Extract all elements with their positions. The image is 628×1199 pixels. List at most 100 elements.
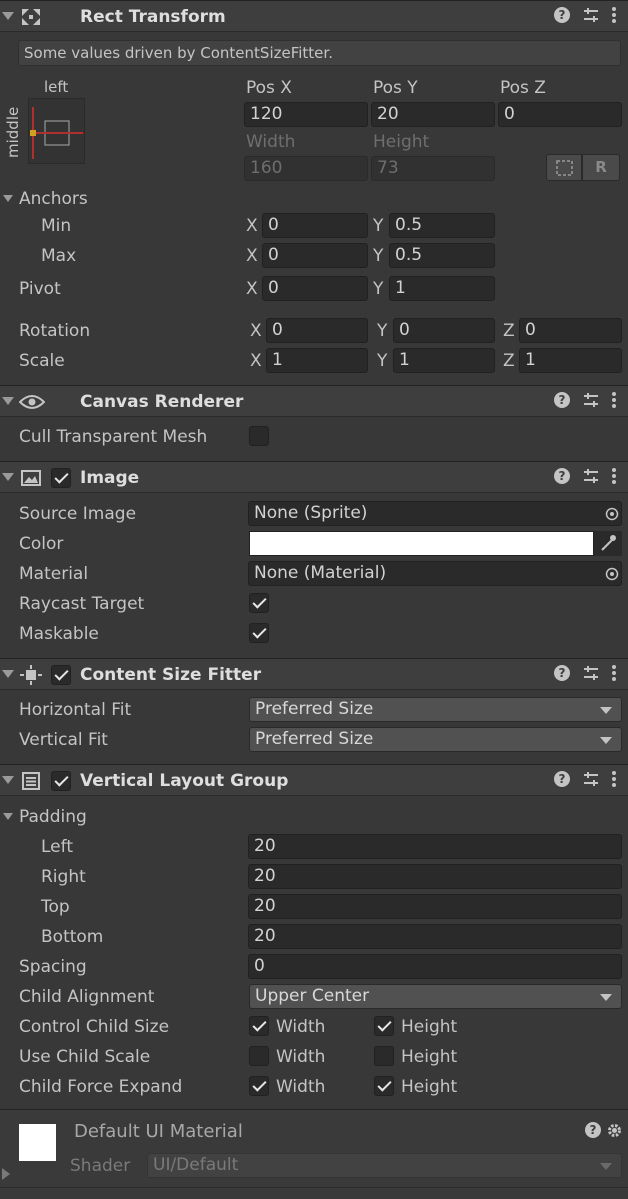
use-scale-height-checkbox[interactable]	[374, 1046, 394, 1066]
foldout-arrow-icon[interactable]	[2, 12, 14, 20]
child-alignment-dropdown[interactable]: Upper Center	[249, 984, 622, 1009]
force-width-checkbox[interactable]	[249, 1076, 269, 1096]
raw-edit-button[interactable]: R	[582, 154, 620, 181]
padding-right-label: Right	[41, 867, 86, 887]
max-x-field[interactable]: 0	[262, 243, 368, 268]
scale-x-axis: X	[250, 351, 262, 371]
maskable-checkbox[interactable]	[249, 623, 269, 643]
vertical-layout-group-header[interactable]: Vertical Layout Group ?	[0, 764, 628, 796]
more-icon[interactable]	[612, 468, 616, 484]
help-icon[interactable]: ?	[554, 392, 570, 408]
gear-icon[interactable]	[606, 1122, 623, 1139]
min-x-field[interactable]: 0	[262, 213, 368, 238]
eyedropper-icon	[601, 535, 616, 551]
padding-right-field[interactable]: 20	[248, 864, 622, 889]
anchors-foldout-icon[interactable]	[3, 195, 13, 202]
cull-transparent-mesh-checkbox[interactable]	[249, 426, 269, 446]
vertical-fit-value: Preferred Size	[255, 729, 374, 749]
pos-y-label: Pos Y	[373, 78, 418, 98]
presets-icon[interactable]	[583, 7, 599, 23]
pos-y-field[interactable]: 20	[371, 102, 495, 127]
foldout-arrow-icon[interactable]	[2, 670, 14, 678]
object-picker-icon[interactable]	[605, 567, 619, 581]
foldout-arrow-icon[interactable]	[2, 473, 14, 481]
control-width-checkbox[interactable]	[249, 1016, 269, 1036]
use-scale-width-checkbox[interactable]	[249, 1046, 269, 1066]
more-icon[interactable]	[612, 771, 616, 787]
scale-y-field[interactable]: 1	[393, 348, 495, 373]
spacing-label: Spacing	[19, 957, 87, 977]
pivot-x-field[interactable]: 0	[262, 276, 368, 301]
anchor-preset-button[interactable]	[28, 98, 85, 164]
foldout-arrow-icon[interactable]	[2, 776, 14, 784]
pivot-y-field[interactable]: 1	[389, 276, 495, 301]
image-header[interactable]: Image ?	[0, 461, 628, 493]
shader-label: Shader	[70, 1156, 131, 1176]
canvas-renderer-header[interactable]: Canvas Renderer ?	[0, 385, 628, 417]
rotation-y-field[interactable]: 0	[393, 318, 495, 343]
horizontal-fit-dropdown[interactable]: Preferred Size	[249, 697, 622, 722]
color-swatch[interactable]	[249, 531, 594, 556]
color-label: Color	[19, 534, 64, 554]
more-icon[interactable]	[612, 665, 616, 681]
help-icon[interactable]: ?	[554, 468, 570, 484]
presets-icon[interactable]	[583, 468, 599, 484]
max-y-field[interactable]: 0.5	[389, 243, 495, 268]
source-image-value: None (Sprite)	[254, 503, 368, 523]
min-y-field[interactable]: 0.5	[389, 213, 495, 238]
content-size-fitter-enabled-checkbox[interactable]	[51, 665, 71, 685]
divider	[0, 1187, 628, 1188]
spacing-field[interactable]: 0	[248, 954, 622, 979]
pos-z-label: Pos Z	[500, 78, 546, 98]
help-icon[interactable]: ?	[554, 665, 570, 681]
padding-bottom-field[interactable]: 20	[248, 924, 622, 949]
raycast-target-checkbox[interactable]	[249, 593, 269, 613]
help-icon[interactable]: ?	[554, 7, 570, 23]
eyedropper-button[interactable]	[594, 531, 622, 556]
object-picker-icon[interactable]	[605, 507, 619, 521]
padding-top-field[interactable]: 20	[248, 894, 622, 919]
padding-left-field[interactable]: 20	[248, 834, 622, 859]
force-height-checkbox[interactable]	[374, 1076, 394, 1096]
pos-z-field[interactable]: 0	[498, 102, 622, 127]
rotation-z-field[interactable]: 0	[519, 318, 622, 343]
more-icon[interactable]	[612, 392, 616, 408]
scale-z-field[interactable]: 1	[519, 348, 622, 373]
cull-transparent-mesh-label: Cull Transparent Mesh	[19, 427, 208, 447]
padding-label[interactable]: Padding	[19, 807, 87, 827]
foldout-arrow-icon[interactable]	[2, 397, 14, 405]
raycast-target-label: Raycast Target	[19, 594, 145, 614]
child-alignment-value: Upper Center	[255, 986, 370, 1006]
vertical-fit-dropdown[interactable]: Preferred Size	[249, 727, 622, 752]
presets-icon[interactable]	[583, 771, 599, 787]
image-enabled-checkbox[interactable]	[51, 468, 71, 488]
padding-foldout-icon[interactable]	[3, 813, 13, 820]
anchor-preset-h-label: left	[44, 78, 69, 96]
component-title: Image	[80, 468, 140, 488]
help-icon[interactable]: ?	[554, 771, 570, 787]
help-icon[interactable]: ?	[585, 1122, 601, 1138]
rect-transform-header[interactable]: Rect Transform ?	[0, 0, 628, 32]
blueprint-mode-button[interactable]	[546, 154, 582, 181]
vertical-layout-icon	[22, 772, 40, 790]
source-image-field[interactable]: None (Sprite)	[248, 501, 622, 526]
preview-expand-icon[interactable]	[2, 1168, 10, 1180]
control-height-checkbox[interactable]	[374, 1016, 394, 1036]
content-size-fitter-header[interactable]: Content Size Fitter ?	[0, 658, 628, 690]
rotation-x-field[interactable]: 0	[266, 318, 368, 343]
pos-x-field[interactable]: 120	[244, 102, 368, 127]
scale-z-axis: Z	[503, 351, 515, 371]
padding-bottom-label: Bottom	[41, 927, 104, 947]
presets-icon[interactable]	[583, 665, 599, 681]
shader-value: UI/Default	[153, 1155, 239, 1175]
child-alignment-label: Child Alignment	[19, 987, 155, 1007]
material-field[interactable]: None (Material)	[248, 561, 622, 586]
max-y-axis: Y	[373, 246, 384, 266]
scale-x-field[interactable]: 1	[266, 348, 368, 373]
vertical-layout-group-enabled-checkbox[interactable]	[51, 771, 71, 791]
presets-icon[interactable]	[583, 392, 599, 408]
anchors-label[interactable]: Anchors	[19, 189, 88, 209]
chevron-down-icon	[600, 994, 612, 1001]
min-x-axis: X	[246, 216, 258, 236]
more-icon[interactable]	[612, 7, 616, 23]
